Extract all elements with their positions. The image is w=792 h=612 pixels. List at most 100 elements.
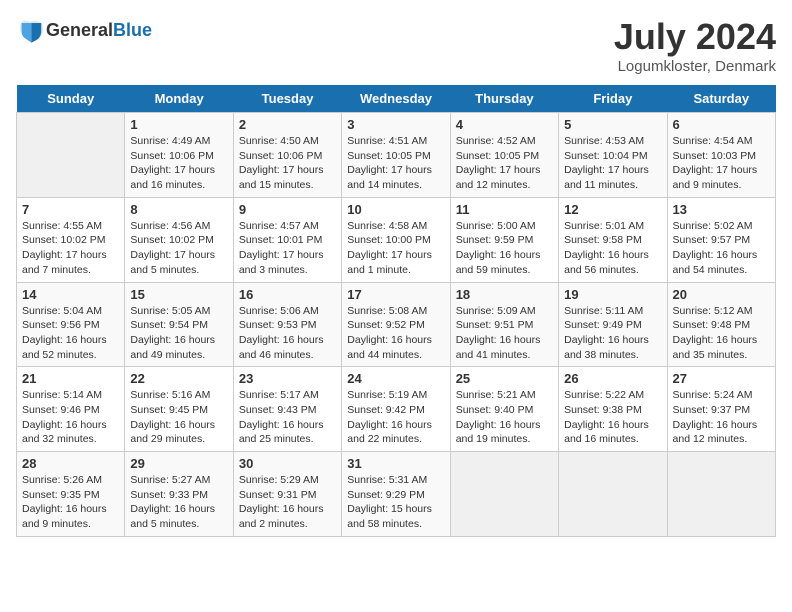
day-number: 25 [456, 371, 553, 386]
day-number: 26 [564, 371, 661, 386]
day-number: 22 [130, 371, 227, 386]
day-info: Sunrise: 4:49 AM Sunset: 10:06 PM Daylig… [130, 134, 227, 193]
calendar-cell: 23 Sunrise: 5:17 AM Sunset: 9:43 PM Dayli… [233, 367, 341, 452]
calendar-cell: 7 Sunrise: 4:55 AM Sunset: 10:02 PM Dayli… [17, 197, 125, 282]
day-number: 20 [673, 287, 770, 302]
calendar-cell: 26 Sunrise: 5:22 AM Sunset: 9:38 PM Dayli… [559, 367, 667, 452]
day-info: Sunrise: 5:21 AM Sunset: 9:40 PM Dayligh… [456, 388, 553, 447]
day-info: Sunrise: 4:52 AM Sunset: 10:05 PM Daylig… [456, 134, 553, 193]
weekday-monday: Monday [125, 85, 233, 113]
day-number: 24 [347, 371, 444, 386]
day-info: Sunrise: 5:26 AM Sunset: 9:35 PM Dayligh… [22, 473, 119, 532]
calendar-cell: 5 Sunrise: 4:53 AM Sunset: 10:04 PM Dayli… [559, 113, 667, 198]
day-number: 28 [22, 456, 119, 471]
calendar-cell: 27 Sunrise: 5:24 AM Sunset: 9:37 PM Dayli… [667, 367, 775, 452]
calendar-header: GeneralBlue July 2024 Logumkloster, Denm… [16, 16, 776, 75]
day-info: Sunrise: 5:01 AM Sunset: 9:58 PM Dayligh… [564, 219, 661, 278]
day-number: 17 [347, 287, 444, 302]
calendar-cell [17, 113, 125, 198]
day-info: Sunrise: 5:22 AM Sunset: 9:38 PM Dayligh… [564, 388, 661, 447]
calendar-subtitle: Logumkloster, Denmark [614, 58, 776, 75]
day-info: Sunrise: 5:17 AM Sunset: 9:43 PM Dayligh… [239, 388, 336, 447]
calendar-cell: 8 Sunrise: 4:56 AM Sunset: 10:02 PM Dayli… [125, 197, 233, 282]
calendar-cell: 1Sunrise: 4:49 AM Sunset: 10:06 PM Dayli… [125, 113, 233, 198]
weekday-friday: Friday [559, 85, 667, 113]
day-number: 23 [239, 371, 336, 386]
calendar-week-2: 7 Sunrise: 4:55 AM Sunset: 10:02 PM Dayli… [17, 197, 776, 282]
day-number: 11 [456, 202, 553, 217]
calendar-cell: 11 Sunrise: 5:00 AM Sunset: 9:59 PM Dayli… [450, 197, 558, 282]
calendar-cell: 20 Sunrise: 5:12 AM Sunset: 9:48 PM Dayli… [667, 282, 775, 367]
day-number: 10 [347, 202, 444, 217]
calendar-cell [450, 452, 558, 537]
day-info: Sunrise: 5:27 AM Sunset: 9:33 PM Dayligh… [130, 473, 227, 532]
calendar-week-1: 1Sunrise: 4:49 AM Sunset: 10:06 PM Dayli… [17, 113, 776, 198]
calendar-cell [559, 452, 667, 537]
day-info: Sunrise: 4:51 AM Sunset: 10:05 PM Daylig… [347, 134, 444, 193]
calendar-cell: 16 Sunrise: 5:06 AM Sunset: 9:53 PM Dayli… [233, 282, 341, 367]
calendar-cell: 19 Sunrise: 5:11 AM Sunset: 9:49 PM Dayli… [559, 282, 667, 367]
day-info: Sunrise: 4:57 AM Sunset: 10:01 PM Daylig… [239, 219, 336, 278]
calendar-cell: 12 Sunrise: 5:01 AM Sunset: 9:58 PM Dayli… [559, 197, 667, 282]
calendar-cell: 6 Sunrise: 4:54 AM Sunset: 10:03 PM Dayli… [667, 113, 775, 198]
day-info: Sunrise: 4:54 AM Sunset: 10:03 PM Daylig… [673, 134, 770, 193]
day-number: 5 [564, 117, 661, 132]
logo-icon [16, 16, 44, 44]
calendar-cell: 4Sunrise: 4:52 AM Sunset: 10:05 PM Dayli… [450, 113, 558, 198]
weekday-thursday: Thursday [450, 85, 558, 113]
day-info: Sunrise: 5:08 AM Sunset: 9:52 PM Dayligh… [347, 304, 444, 363]
day-info: Sunrise: 5:06 AM Sunset: 9:53 PM Dayligh… [239, 304, 336, 363]
day-number: 29 [130, 456, 227, 471]
calendar-cell: 13Sunrise: 5:02 AM Sunset: 9:57 PM Dayli… [667, 197, 775, 282]
day-number: 6 [673, 117, 770, 132]
day-info: Sunrise: 5:24 AM Sunset: 9:37 PM Dayligh… [673, 388, 770, 447]
day-number: 2 [239, 117, 336, 132]
day-info: Sunrise: 4:55 AM Sunset: 10:02 PM Daylig… [22, 219, 119, 278]
calendar-cell: 30Sunrise: 5:29 AM Sunset: 9:31 PM Dayli… [233, 452, 341, 537]
calendar-week-3: 14Sunrise: 5:04 AM Sunset: 9:56 PM Dayli… [17, 282, 776, 367]
day-info: Sunrise: 5:05 AM Sunset: 9:54 PM Dayligh… [130, 304, 227, 363]
day-info: Sunrise: 4:53 AM Sunset: 10:04 PM Daylig… [564, 134, 661, 193]
calendar-cell: 22 Sunrise: 5:16 AM Sunset: 9:45 PM Dayli… [125, 367, 233, 452]
day-number: 19 [564, 287, 661, 302]
weekday-wednesday: Wednesday [342, 85, 450, 113]
day-info: Sunrise: 4:50 AM Sunset: 10:06 PM Daylig… [239, 134, 336, 193]
day-number: 12 [564, 202, 661, 217]
logo: GeneralBlue [16, 16, 152, 44]
day-number: 18 [456, 287, 553, 302]
day-number: 7 [22, 202, 119, 217]
calendar-cell: 17 Sunrise: 5:08 AM Sunset: 9:52 PM Dayli… [342, 282, 450, 367]
day-number: 21 [22, 371, 119, 386]
title-block: July 2024 Logumkloster, Denmark [614, 16, 776, 75]
calendar-week-5: 28 Sunrise: 5:26 AM Sunset: 9:35 PM Dayli… [17, 452, 776, 537]
calendar-cell: 18 Sunrise: 5:09 AM Sunset: 9:51 PM Dayli… [450, 282, 558, 367]
day-number: 16 [239, 287, 336, 302]
day-info: Sunrise: 5:12 AM Sunset: 9:48 PM Dayligh… [673, 304, 770, 363]
day-number: 31 [347, 456, 444, 471]
day-number: 13 [673, 202, 770, 217]
day-number: 8 [130, 202, 227, 217]
day-number: 30 [239, 456, 336, 471]
day-info: Sunrise: 5:31 AM Sunset: 9:29 PM Dayligh… [347, 473, 444, 532]
logo-blue: Blue [113, 20, 152, 40]
calendar-cell: 2 Sunrise: 4:50 AM Sunset: 10:06 PM Dayli… [233, 113, 341, 198]
calendar-cell: 24 Sunrise: 5:19 AM Sunset: 9:42 PM Dayli… [342, 367, 450, 452]
calendar-cell: 10Sunrise: 4:58 AM Sunset: 10:00 PM Dayl… [342, 197, 450, 282]
calendar-cell: 9Sunrise: 4:57 AM Sunset: 10:01 PM Dayli… [233, 197, 341, 282]
calendar-cell: 14Sunrise: 5:04 AM Sunset: 9:56 PM Dayli… [17, 282, 125, 367]
calendar-table: SundayMondayTuesdayWednesdayThursdayFrid… [16, 85, 776, 537]
calendar-cell: 15Sunrise: 5:05 AM Sunset: 9:54 PM Dayli… [125, 282, 233, 367]
day-info: Sunrise: 5:00 AM Sunset: 9:59 PM Dayligh… [456, 219, 553, 278]
day-info: Sunrise: 5:19 AM Sunset: 9:42 PM Dayligh… [347, 388, 444, 447]
calendar-cell: 31 Sunrise: 5:31 AM Sunset: 9:29 PM Dayli… [342, 452, 450, 537]
day-info: Sunrise: 5:09 AM Sunset: 9:51 PM Dayligh… [456, 304, 553, 363]
day-info: Sunrise: 5:16 AM Sunset: 9:45 PM Dayligh… [130, 388, 227, 447]
day-number: 27 [673, 371, 770, 386]
calendar-title: July 2024 [614, 16, 776, 58]
logo-general: General [46, 20, 113, 40]
calendar-cell: 21Sunrise: 5:14 AM Sunset: 9:46 PM Dayli… [17, 367, 125, 452]
day-info: Sunrise: 4:56 AM Sunset: 10:02 PM Daylig… [130, 219, 227, 278]
day-info: Sunrise: 5:11 AM Sunset: 9:49 PM Dayligh… [564, 304, 661, 363]
weekday-sunday: Sunday [17, 85, 125, 113]
calendar-week-4: 21Sunrise: 5:14 AM Sunset: 9:46 PM Dayli… [17, 367, 776, 452]
